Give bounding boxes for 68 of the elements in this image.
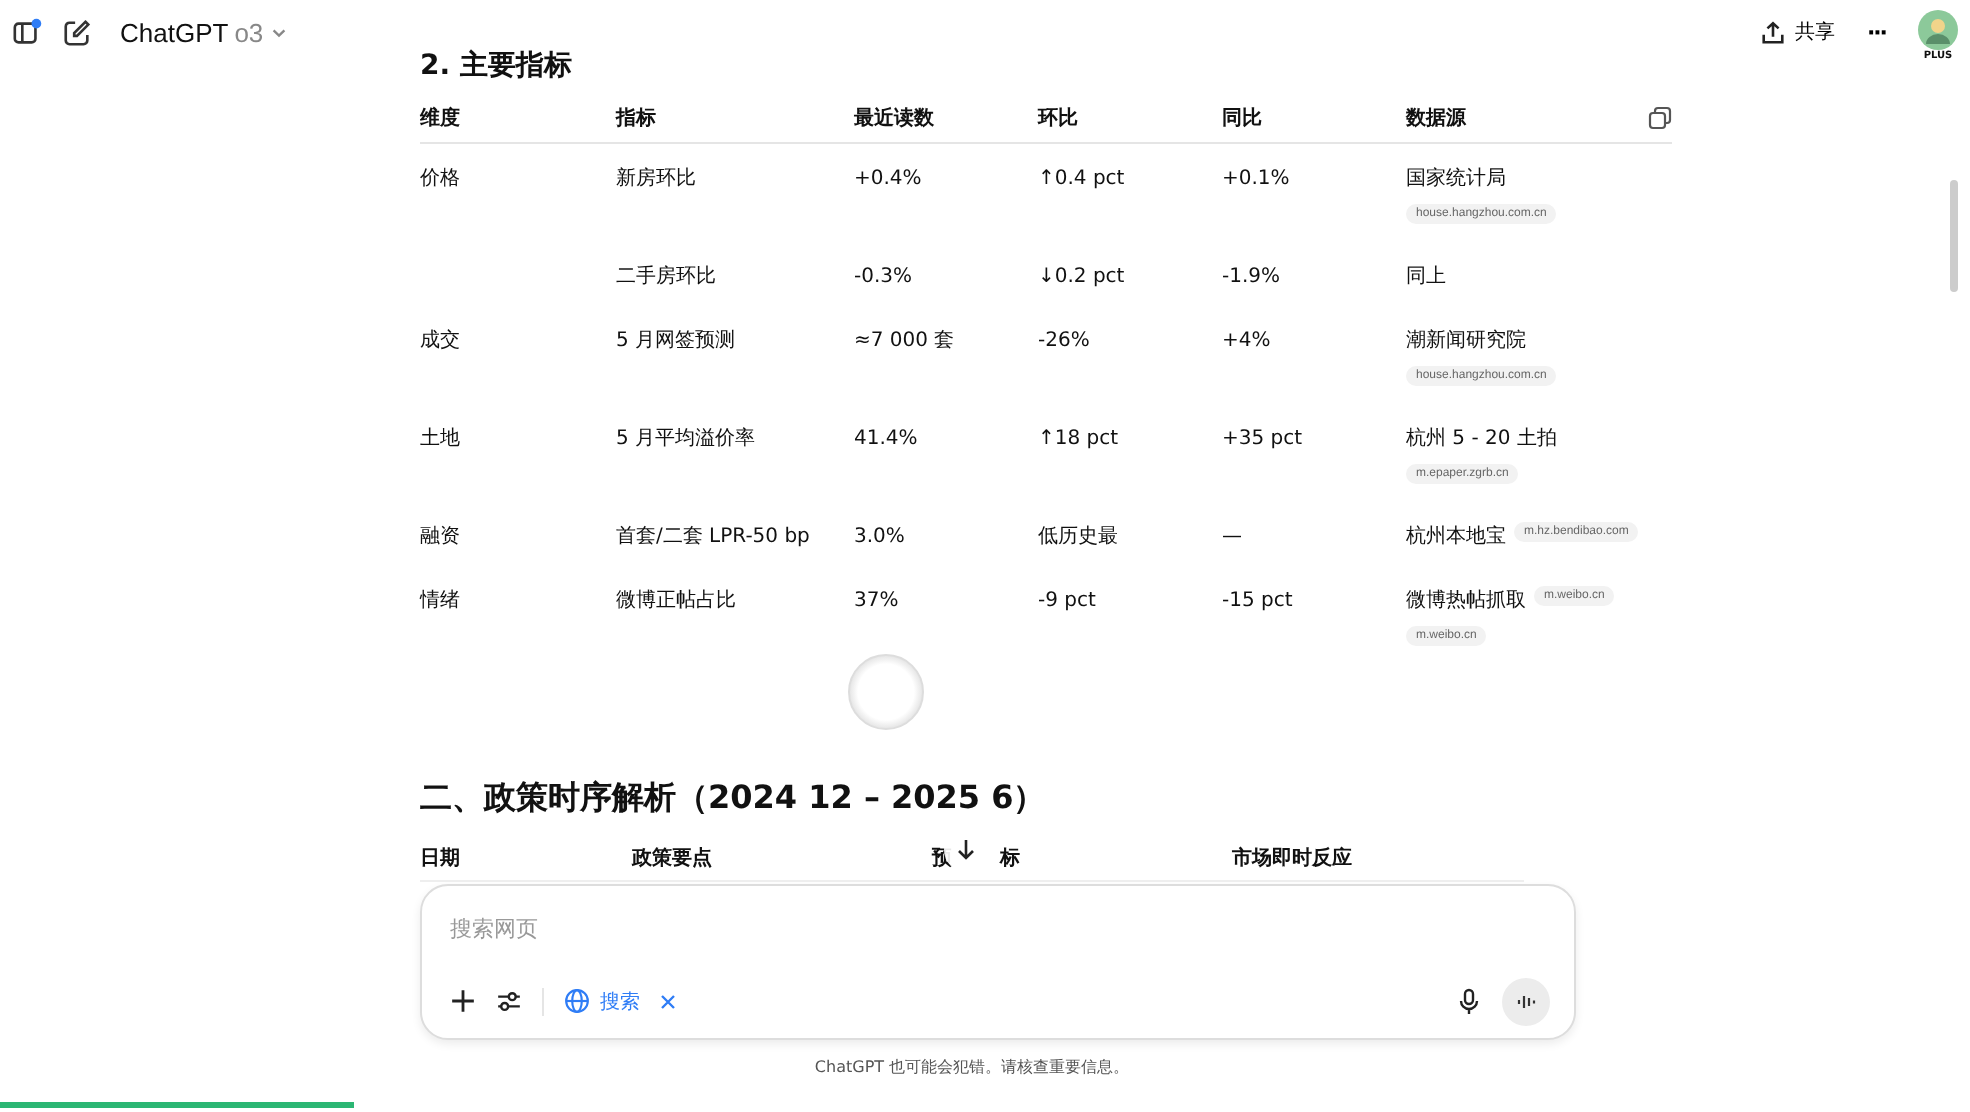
column-header: 政策要点: [632, 848, 712, 870]
column-header: 指标: [616, 105, 658, 132]
table-cell: 土地: [420, 428, 460, 450]
microphone-icon[interactable]: [1456, 987, 1482, 1015]
table-cell: ↑0.4 pct: [1038, 168, 1125, 190]
section-heading: 二、政策时序解析（2024 12 – 2025 6）: [420, 778, 1048, 820]
table-cell: -9 pct: [1038, 590, 1096, 612]
source-name: 杭州 5 - 20 土拍: [1406, 425, 1557, 452]
column-header: 预: [932, 848, 952, 870]
table-cell: 微博正帖占比: [616, 590, 736, 612]
upload-icon: [1760, 19, 1787, 45]
avatar-icon[interactable]: [1918, 10, 1958, 50]
globe-icon: [564, 988, 590, 1014]
table-cell: —: [1222, 526, 1242, 548]
table-cell: 新房环比: [616, 168, 696, 190]
table-cell: 价格: [420, 168, 460, 190]
column-header: 维度: [420, 104, 462, 132]
table-cell: +0.4%: [854, 168, 922, 190]
sidebar-icon[interactable]: [12, 17, 42, 47]
table-cell: +0.1%: [1222, 168, 1290, 190]
table-cell: 37%: [854, 590, 899, 612]
column-header: 最近读数: [854, 105, 936, 132]
column-header: 环比: [1038, 105, 1080, 132]
table-cell: 首套/二套 LPR-50 bp: [616, 526, 810, 548]
table-cell: 低历史最: [1038, 526, 1118, 548]
source-name: 微博热帖抓取: [1406, 587, 1526, 614]
section-title: 2. 主要指标: [420, 48, 574, 84]
table-cell: -15 pct: [1222, 590, 1293, 612]
sliders-icon[interactable]: [496, 988, 522, 1014]
table-cell: -26%: [1038, 330, 1090, 352]
more-button[interactable]: ···: [1854, 19, 1898, 45]
table-cell: -1.9%: [1222, 266, 1281, 288]
column-header: 市场即时反应: [1232, 848, 1352, 870]
waveform-icon: [1515, 991, 1537, 1011]
voice-button[interactable]: [1502, 977, 1550, 1025]
column-header: 同比: [1222, 105, 1264, 132]
table-cell: +4%: [1222, 330, 1271, 352]
model-selector[interactable]: ChatGPT o3: [112, 17, 296, 47]
scrollbar[interactable]: [1950, 180, 1958, 292]
share-button[interactable]: 共享: [1760, 18, 1835, 46]
table-cell: -0.3%: [854, 266, 913, 288]
disclaimer-text: ChatGPT 也可能会犯错。请核查重要信息。: [812, 1055, 1132, 1077]
copy-icon[interactable]: [1648, 106, 1672, 130]
table-cell: 成交: [420, 330, 460, 352]
new-chat-icon[interactable]: [62, 17, 92, 47]
table-cell: 情绪: [420, 590, 460, 612]
table-cell: ≈7 000 套: [854, 330, 955, 352]
table-cell: ↑18 pct: [1038, 428, 1119, 450]
table-cell: ↓0.2 pct: [1038, 266, 1125, 288]
source-name: 同上: [1406, 263, 1446, 290]
close-icon[interactable]: [660, 993, 676, 1009]
table-cell: 5 月平均溢价率: [616, 428, 756, 450]
search-tool-button[interactable]: 搜索: [564, 987, 640, 1015]
arrow-down-icon: [954, 838, 978, 862]
table-cell: 5 月网签预测: [616, 330, 736, 352]
source-name: 国家统计局: [1406, 165, 1506, 192]
plus-icon[interactable]: [450, 988, 476, 1014]
loading-indicator: [848, 654, 924, 730]
table-cell: +35 pct: [1222, 428, 1303, 450]
column-header: 标: [1000, 848, 1020, 870]
table-cell: 3.0%: [854, 526, 905, 548]
source-name: 潮新闻研究院: [1406, 327, 1526, 354]
column-header: 日期: [420, 848, 460, 870]
table-cell: 融资: [420, 526, 460, 548]
table-cell: 二手房环比: [616, 266, 716, 288]
table-cell: 41.4%: [854, 428, 918, 450]
source-name: 杭州本地宝: [1406, 523, 1506, 550]
column-header: 数据源: [1406, 105, 1468, 132]
